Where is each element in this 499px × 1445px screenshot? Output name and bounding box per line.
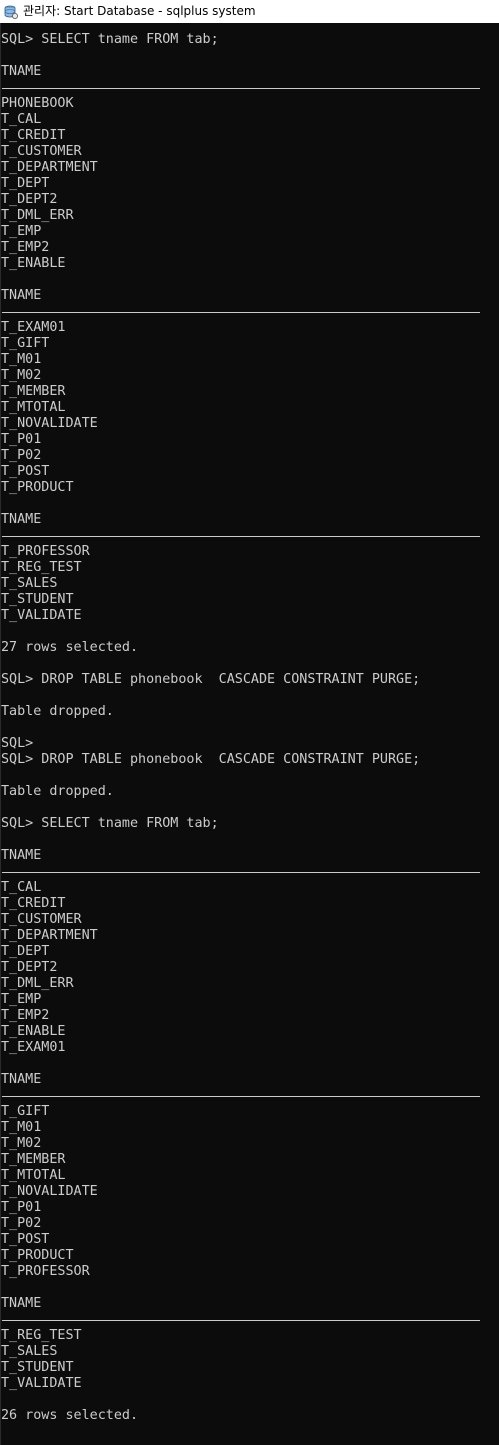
result-row: T_PROFESSOR xyxy=(1,544,90,559)
result-row: T_STUDENT xyxy=(1,1360,74,1375)
result-row: T_SALES xyxy=(1,576,58,591)
console-window: 관리자: Start Database - sqlplus system SQL… xyxy=(0,0,499,1445)
result-row: T_MEMBER xyxy=(1,384,66,399)
sql-prompt-line: SQL> DROP TABLE phonebook CASCADE CONSTR… xyxy=(1,752,421,767)
sql-prompt-line: SQL> xyxy=(1,736,34,751)
result-row: T_EMP xyxy=(1,992,42,1007)
result-row: T_POST xyxy=(1,1232,50,1247)
result-row: T_M02 xyxy=(1,368,42,383)
result-row: T_PRODUCT xyxy=(1,1248,74,1263)
result-row: T_P02 xyxy=(1,1216,42,1231)
result-row: T_POST xyxy=(1,464,50,479)
column-header: TNAME xyxy=(1,512,42,527)
result-row: T_EXAM01 xyxy=(1,320,66,335)
sql-prompt-line: SQL> DROP TABLE phonebook CASCADE CONSTR… xyxy=(1,672,421,687)
column-separator-rule xyxy=(0,528,499,544)
result-row: T_EMP2 xyxy=(1,240,50,255)
result-row: T_VALIDATE xyxy=(1,1376,82,1391)
status-message: Table dropped. xyxy=(1,704,114,719)
result-row: T_PROFESSOR xyxy=(1,1264,90,1279)
column-header: TNAME xyxy=(1,64,42,79)
result-row: T_DEPT2 xyxy=(1,192,58,207)
result-row: T_P02 xyxy=(1,448,42,463)
result-row: T_NOVALIDATE xyxy=(1,1184,98,1199)
sql-prompt-line: SQL> SELECT tname FROM tab; xyxy=(1,32,219,47)
column-header: TNAME xyxy=(1,1072,42,1087)
result-row: T_DEPT xyxy=(1,944,50,959)
result-row: T_DML_ERR xyxy=(1,208,74,223)
column-separator-rule xyxy=(0,864,499,880)
column-header: TNAME xyxy=(1,288,42,303)
window-title: 관리자: Start Database - sqlplus system xyxy=(23,4,256,18)
result-row: T_CUSTOMER xyxy=(1,144,82,159)
result-row: T_CAL xyxy=(1,112,42,127)
result-row: T_EMP xyxy=(1,224,42,239)
result-row: PHONEBOOK xyxy=(1,96,74,111)
title-bar[interactable]: 관리자: Start Database - sqlplus system xyxy=(0,0,499,23)
result-row: T_VALIDATE xyxy=(1,608,82,623)
status-message: 26 rows selected. xyxy=(1,1408,139,1423)
result-row: T_EMP2 xyxy=(1,1008,50,1023)
result-row: T_DEPT2 xyxy=(1,960,58,975)
result-row: T_SALES xyxy=(1,1344,58,1359)
result-row: T_REG_TEST xyxy=(1,560,82,575)
result-row: T_CAL xyxy=(1,880,42,895)
sql-prompt-line: SQL> SELECT tname FROM tab; xyxy=(1,816,219,831)
result-row: T_DML_ERR xyxy=(1,976,74,991)
result-row: T_STUDENT xyxy=(1,592,74,607)
result-row: T_GIFT xyxy=(1,1104,50,1119)
console-output[interactable]: SQL> SELECT tname FROM tab; TNAME PHONEBOO… xyxy=(0,32,499,1424)
result-row: T_MTOTAL xyxy=(1,1168,66,1183)
result-row: T_MTOTAL xyxy=(1,400,66,415)
result-row: T_CREDIT xyxy=(1,896,66,911)
result-row: T_PRODUCT xyxy=(1,480,74,495)
column-header: TNAME xyxy=(1,848,42,863)
column-header: TNAME xyxy=(1,1296,42,1311)
result-row: T_CUSTOMER xyxy=(1,912,82,927)
column-separator-rule xyxy=(0,304,499,320)
result-row: T_ENABLE xyxy=(1,256,66,271)
status-message: 27 rows selected. xyxy=(1,640,139,655)
column-separator-rule xyxy=(0,1312,499,1328)
column-separator-rule xyxy=(0,1088,499,1104)
result-row: T_M01 xyxy=(1,352,42,367)
result-row: T_ENABLE xyxy=(1,1024,66,1039)
result-row: T_REG_TEST xyxy=(1,1328,82,1343)
result-row: T_DEPARTMENT xyxy=(1,160,98,175)
column-separator-rule xyxy=(0,80,499,96)
result-row: T_EXAM01 xyxy=(1,1040,66,1055)
result-row: T_P01 xyxy=(1,1200,42,1215)
result-row: T_NOVALIDATE xyxy=(1,416,98,431)
result-row: T_DEPARTMENT xyxy=(1,928,98,943)
result-row: T_M02 xyxy=(1,1136,42,1151)
result-row: T_M01 xyxy=(1,1120,42,1135)
status-message: Table dropped. xyxy=(1,784,114,799)
result-row: T_CREDIT xyxy=(1,128,66,143)
result-row: T_GIFT xyxy=(1,336,50,351)
result-row: T_MEMBER xyxy=(1,1152,66,1167)
result-row: T_P01 xyxy=(1,432,42,447)
result-row: T_DEPT xyxy=(1,176,50,191)
database-icon xyxy=(4,5,18,19)
